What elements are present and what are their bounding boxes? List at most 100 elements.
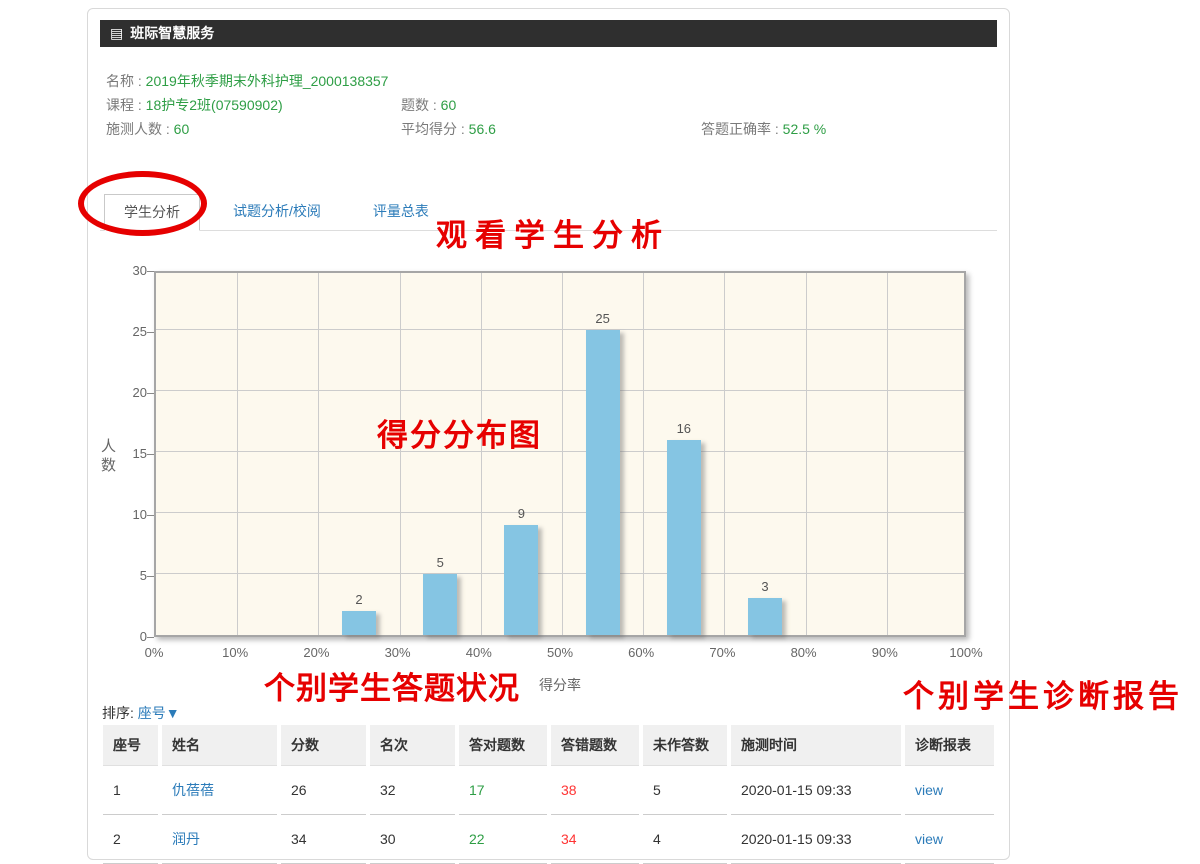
cell-wrong: 34 — [551, 815, 639, 864]
y-tick-label: 30 — [109, 263, 147, 279]
table-header-row: 座号姓名分数名次答对题数答错题数未作答数施测时间诊断报表 — [103, 725, 994, 766]
bar-65pct — [667, 440, 701, 635]
bar-value-label: 3 — [725, 579, 805, 594]
exam-name-label: 名称 — [106, 73, 134, 89]
panel-title: 班际智慧服务 — [130, 25, 214, 41]
cell-blank: 5 — [643, 766, 727, 815]
examinee-count-value: 60 — [174, 121, 190, 137]
annotation-answer-status: 个别学生答题状况 — [264, 663, 520, 708]
view-report-link[interactable]: view — [905, 766, 994, 815]
cell-seat: 2 — [103, 815, 158, 864]
table-header-1: 姓名 — [162, 725, 277, 766]
bar-45pct — [504, 525, 538, 635]
view-report-link[interactable]: view — [905, 815, 994, 864]
y-tick-mark — [147, 637, 154, 638]
cell-score: 34 — [281, 815, 366, 864]
table-row: 1仇蓓蓓2632173852020-01-15 09:33view — [103, 766, 994, 815]
x-tick-label: 70% — [692, 645, 752, 660]
table-header-0: 座号 — [103, 725, 158, 766]
y-tick-mark — [147, 271, 154, 272]
table-header-2: 分数 — [281, 725, 366, 766]
y-tick-label: 10 — [109, 507, 147, 523]
gridline-horizontal — [156, 573, 964, 574]
question-count-value: 60 — [441, 97, 457, 113]
x-tick-label: 0% — [124, 645, 184, 660]
x-tick-label: 60% — [611, 645, 671, 660]
cell-rank: 32 — [370, 766, 455, 815]
y-tick-mark — [147, 454, 154, 455]
bar-value-label: 2 — [319, 592, 399, 607]
x-tick-label: 20% — [286, 645, 346, 660]
x-tick-label: 30% — [368, 645, 428, 660]
gridline-vertical — [562, 273, 563, 635]
y-tick-mark — [147, 332, 154, 333]
y-tick-label: 0 — [109, 629, 147, 645]
student-table: 座号姓名分数名次答对题数答错题数未作答数施测时间诊断报表 1仇蓓蓓2632173… — [99, 725, 998, 864]
y-tick-label: 20 — [109, 385, 147, 401]
gridline-horizontal — [156, 329, 964, 330]
score-distribution-chart: 人数 25925163 得分率 0510152025300%10%20%30%4… — [89, 261, 1008, 701]
student-name-link[interactable]: 润丹 — [162, 815, 277, 864]
main-panel: ▤ 班际智慧服务 名称 : 2019年秋季期末外科护理_2000138357 课程… — [87, 8, 1010, 860]
gridline-vertical — [237, 273, 238, 635]
avg-score-field: 平均得分 : 56.6 — [401, 117, 496, 141]
cell-test-time: 2020-01-15 09:33 — [731, 815, 901, 864]
tab-1[interactable]: 试题分析/校阅 — [214, 194, 340, 229]
cell-wrong: 38 — [551, 766, 639, 815]
x-tick-label: 40% — [449, 645, 509, 660]
course-label: 课程 — [106, 97, 134, 113]
y-tick-mark — [147, 515, 154, 516]
examinee-count-field: 施测人数 : 60 — [106, 117, 189, 141]
x-tick-label: 10% — [205, 645, 265, 660]
gridline-horizontal — [156, 451, 964, 452]
avg-score-value: 56.6 — [469, 121, 496, 137]
chart-x-axis-title: 得分率 — [520, 675, 600, 695]
journal-icon: ▤ — [110, 20, 123, 47]
sort-row: 排序: 座号▼ — [102, 703, 180, 723]
sort-arrow-icon: ▼ — [166, 705, 180, 721]
table-header-6: 未作答数 — [643, 725, 727, 766]
bar-25pct — [342, 611, 376, 635]
bar-75pct — [748, 598, 782, 635]
accuracy-value: 52.5 % — [783, 121, 827, 137]
cell-test-time: 2020-01-15 09:33 — [731, 766, 901, 815]
bar-55pct — [586, 330, 620, 635]
exam-info: 名称 : 2019年秋季期末外科护理_2000138357 课程 : 18护专2… — [106, 69, 995, 141]
table-header-8: 诊断报表 — [905, 725, 994, 766]
x-tick-label: 90% — [855, 645, 915, 660]
panel-title-bar: ▤ 班际智慧服务 — [100, 20, 997, 47]
table-row: 2润丹3430223442020-01-15 09:33view — [103, 815, 994, 864]
gridline-vertical — [806, 273, 807, 635]
examinee-count-label: 施测人数 — [106, 121, 162, 137]
tab-2[interactable]: 评量总表 — [354, 194, 448, 229]
x-tick-label: 50% — [530, 645, 590, 660]
annotation-score-distribution: 得分分布图 — [377, 410, 542, 455]
bar-value-label: 5 — [400, 555, 480, 570]
y-tick-label: 5 — [109, 568, 147, 584]
table-header-3: 名次 — [370, 725, 455, 766]
accuracy-field: 答题正确率 : 52.5 % — [701, 117, 826, 141]
sort-label: 排序: — [102, 705, 134, 721]
exam-name-value: 2019年秋季期末外科护理_2000138357 — [146, 73, 389, 89]
annotation-watch-student-analysis: 观看学生分析 — [436, 210, 670, 255]
x-tick-label: 80% — [774, 645, 834, 660]
x-tick-label: 100% — [936, 645, 996, 660]
exam-name-field: 名称 : 2019年秋季期末外科护理_2000138357 — [106, 69, 388, 93]
cell-rank: 30 — [370, 815, 455, 864]
table-header-4: 答对题数 — [459, 725, 547, 766]
active-tab-circle-annotation — [78, 171, 207, 236]
bar-value-label: 9 — [481, 506, 561, 521]
student-table-wrap: 座号姓名分数名次答对题数答错题数未作答数施测时间诊断报表 1仇蓓蓓2632173… — [99, 725, 998, 864]
annotation-diagnosis-report: 个别学生诊断报告 — [903, 671, 1183, 716]
cell-blank: 4 — [643, 815, 727, 864]
cell-correct: 22 — [459, 815, 547, 864]
gridline-vertical — [643, 273, 644, 635]
plot-area: 25925163 — [154, 271, 966, 637]
sort-by-seat-link[interactable]: 座号▼ — [138, 705, 180, 721]
course-field: 课程 : 18护专2班(07590902) — [106, 93, 283, 117]
student-name-link[interactable]: 仇蓓蓓 — [162, 766, 277, 815]
course-value: 18护专2班(07590902) — [146, 97, 283, 113]
bar-35pct — [423, 574, 457, 635]
gridline-vertical — [318, 273, 319, 635]
gridline-horizontal — [156, 390, 964, 391]
